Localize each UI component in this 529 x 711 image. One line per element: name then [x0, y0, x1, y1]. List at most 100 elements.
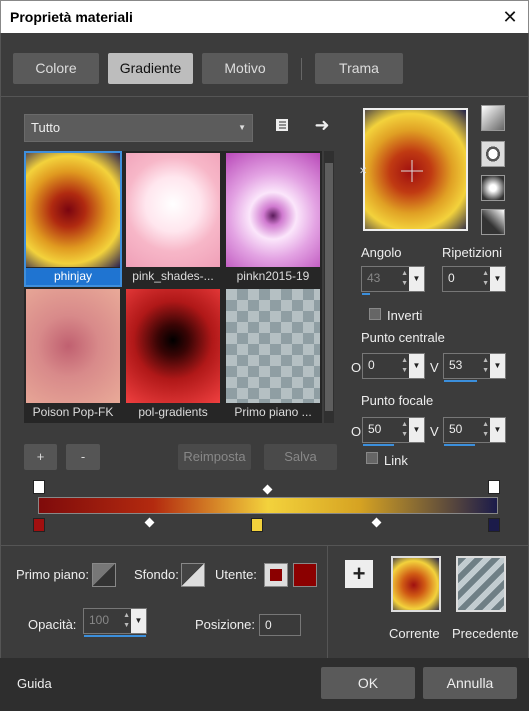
invert-label: Inverti [387, 308, 423, 323]
previous-gradient-swatch[interactable] [456, 556, 506, 612]
rectangular-style-button[interactable] [481, 141, 505, 167]
spin-arrows-icon[interactable]: ▲ ▼ [401, 356, 408, 376]
invert-checkbox[interactable] [369, 308, 381, 320]
focal-marker-icon[interactable]: ✕ [359, 167, 369, 177]
section-divider [0, 545, 529, 546]
user-color-swatch-small[interactable] [264, 563, 288, 587]
focal-point-label: Punto focale [361, 393, 434, 408]
reset-button[interactable]: Reimposta [178, 444, 251, 470]
save-button[interactable]: Salva [264, 444, 337, 470]
gradient-gallery: phinjay pink_shades-... pinkn2015-19 Poi… [24, 151, 322, 423]
close-icon[interactable]: ✕ [496, 4, 524, 30]
opacity-bar [84, 635, 146, 637]
center-v-label: V [430, 360, 439, 375]
gallery-caption: phinjay [26, 268, 120, 285]
chevron-down-icon[interactable]: ▼ [409, 418, 424, 442]
tab-divider [301, 58, 302, 80]
link-label: Link [384, 453, 408, 468]
help-link[interactable]: Guida [17, 676, 52, 691]
chevron-down-icon[interactable]: ▼ [409, 354, 424, 378]
chevron-down-icon[interactable]: ▼ [131, 609, 146, 633]
tab-gradiente[interactable]: Gradiente [108, 53, 193, 84]
foreground-label: Primo piano: [16, 567, 89, 582]
gradient-bar[interactable] [38, 497, 498, 514]
tab-motivo[interactable]: Motivo [202, 53, 288, 84]
ok-button[interactable]: OK [321, 667, 415, 699]
chevron-down-icon: ▼ [238, 123, 246, 132]
gradient-thumbnail [126, 289, 220, 403]
linear-style-button[interactable] [481, 105, 505, 131]
gallery-caption: Poison Pop-FK [32, 405, 114, 419]
gallery-item[interactable]: pink_shades-... [126, 153, 220, 285]
color-stop-middle[interactable] [251, 518, 263, 532]
gallery-item[interactable]: pol-gradients [126, 289, 220, 421]
opacity-spinbox[interactable]: 100 ▲ ▼ ▼ [83, 608, 147, 637]
chevron-down-icon[interactable]: ▼ [490, 354, 505, 378]
foreground-swatch[interactable] [92, 563, 116, 587]
center-point-label: Punto centrale [361, 330, 445, 345]
repeats-spinbox[interactable]: 0 ▲ ▼ ▼ [442, 266, 506, 292]
gallery-item[interactable]: phinjay [24, 151, 122, 287]
position-field[interactable]: 0 [259, 614, 301, 636]
link-checkbox[interactable] [366, 452, 378, 464]
color-stop-left[interactable] [33, 518, 45, 532]
center-h-label: O [351, 360, 362, 375]
center-v-spinbox[interactable]: 53 ▲ ▼ ▼ [443, 353, 506, 382]
user-color-swatch[interactable] [293, 563, 317, 587]
gallery-item[interactable]: pinkn2015-19 [226, 153, 320, 285]
gradient-thumbnail [26, 289, 120, 403]
gallery-item[interactable]: Primo piano ... [226, 289, 320, 421]
chevron-down-icon[interactable]: ▼ [490, 267, 505, 291]
position-value: 0 [265, 618, 272, 632]
angle-value: 43 [367, 271, 381, 285]
tab-trama[interactable]: Trama [315, 53, 403, 84]
angle-spinbox[interactable]: 43 ▲ ▼ ▼ [361, 266, 425, 295]
cancel-button[interactable]: Annulla [423, 667, 517, 699]
focal-h-label: O [351, 424, 362, 439]
section-divider [327, 546, 328, 658]
category-dropdown-value: Tutto [31, 120, 61, 135]
plus-icon[interactable]: + [345, 560, 373, 588]
center-v-bar [444, 380, 477, 382]
chevron-down-icon[interactable]: ▼ [409, 267, 424, 291]
gallery-caption: Primo piano ... [234, 405, 312, 419]
focal-v-value: 50 [449, 422, 463, 436]
opacity-stop-right[interactable] [488, 480, 500, 494]
current-gradient-swatch[interactable] [391, 556, 441, 612]
center-h-spinbox[interactable]: 0 ▲ ▼ ▼ [362, 353, 425, 379]
spin-arrows-icon[interactable]: ▲ ▼ [401, 420, 408, 440]
focal-v-bar [444, 444, 475, 446]
tab-colore[interactable]: Colore [13, 53, 99, 84]
add-button[interactable]: + [24, 444, 57, 470]
spin-arrows-icon[interactable]: ▲ ▼ [482, 420, 489, 440]
category-dropdown[interactable]: Tutto ▼ [24, 114, 253, 142]
focal-h-spinbox[interactable]: 50 ▲ ▼ ▼ [362, 417, 425, 446]
conical-style-button[interactable] [481, 209, 505, 235]
user-label: Utente: [215, 567, 257, 582]
spin-arrows-icon[interactable]: ▲ ▼ [482, 269, 489, 289]
focal-v-spinbox[interactable]: 50 ▲ ▼ ▼ [443, 417, 506, 446]
window-title: Proprietà materiali [10, 9, 133, 25]
footer-bar: Guida OK Annulla [0, 658, 529, 711]
radial-style-button[interactable] [481, 175, 505, 201]
chevron-down-icon[interactable]: ▼ [490, 418, 505, 442]
spin-arrows-icon[interactable]: ▲ ▼ [123, 611, 130, 631]
gradient-thumbnail [126, 153, 220, 267]
opacity-stop-left[interactable] [33, 480, 45, 494]
remove-button[interactable]: - [66, 444, 100, 470]
color-stop-right[interactable] [488, 518, 500, 532]
scrollbar-thumb[interactable] [325, 163, 333, 411]
crosshair-icon[interactable] [401, 160, 423, 182]
gallery-scrollbar[interactable] [324, 151, 334, 423]
book-icon[interactable] [270, 116, 294, 140]
angle-bar [362, 293, 370, 295]
current-label: Corrente [389, 626, 440, 641]
spin-arrows-icon[interactable]: ▲ ▼ [482, 356, 489, 376]
spin-arrows-icon[interactable]: ▲ ▼ [401, 269, 408, 289]
arrow-right-icon[interactable]: ➜ [310, 113, 334, 137]
background-swatch[interactable] [181, 563, 205, 587]
title-bar: Proprietà materiali ✕ [0, 0, 529, 33]
position-label: Posizione: [195, 617, 255, 632]
gallery-item[interactable]: Poison Pop-FK [26, 289, 120, 421]
gradient-preview[interactable]: ✕ [359, 108, 468, 231]
